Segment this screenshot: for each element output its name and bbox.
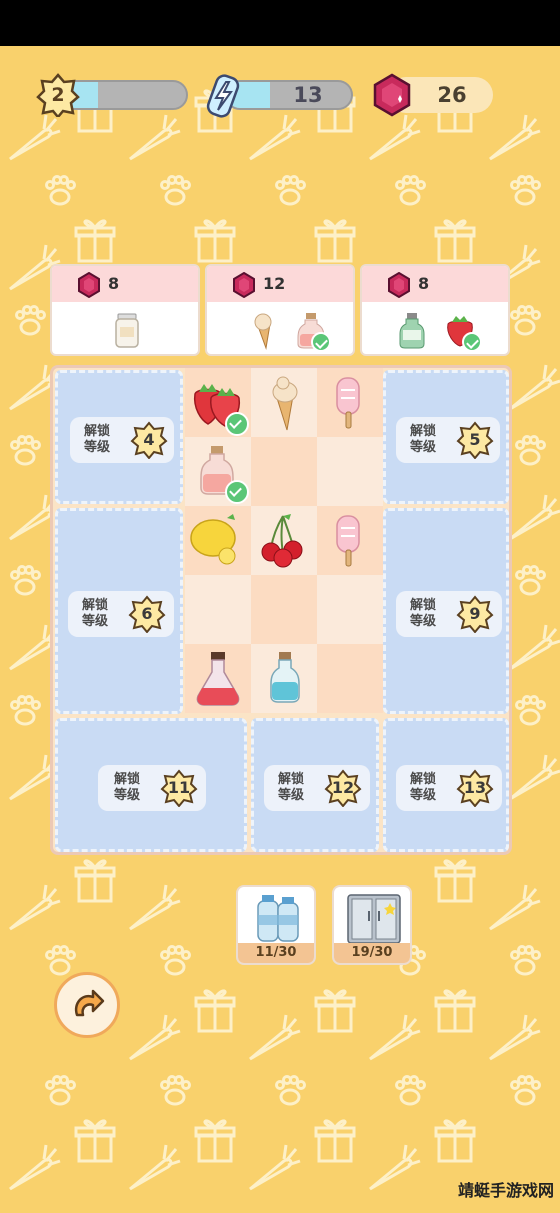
unlock-level-value: 12: [331, 778, 355, 797]
unlock-level-text: 解锁 等级: [409, 772, 436, 803]
locked-area-level-13[interactable]: 解锁 等级 13: [383, 718, 509, 852]
order-item-complete-check-icon: [462, 332, 482, 352]
order-card-3[interactable]: 8: [360, 264, 510, 356]
unlock-level-label: 解锁 等级 5: [396, 417, 500, 463]
merge-board: 解锁等级 4 解锁等级 5 解锁等级 6 解锁等级 9 解锁等级 11: [50, 365, 512, 855]
order-reward-header: 8: [52, 266, 198, 302]
green-bottle-icon: [399, 313, 425, 349]
unlock-level-value: 6: [141, 604, 153, 623]
order-card-2[interactable]: 12: [205, 264, 355, 356]
board-cell[interactable]: [185, 575, 251, 644]
unlock-level-label: 解锁 等级 11: [98, 765, 206, 811]
tool-count: 19/30: [334, 943, 410, 963]
unlock-level-text: 解锁 等级: [409, 598, 436, 629]
unlock-level-text: 解锁 等级: [81, 598, 108, 629]
unlock-level-label: 解锁 等级 4: [70, 417, 174, 463]
unlock-level-label: 解锁 等级 12: [264, 765, 370, 811]
board-cell[interactable]: [317, 575, 383, 644]
water-bottles-icon: [257, 895, 299, 942]
watermark-text: 靖蜓手游戏网: [457, 1181, 554, 1200]
undo-button[interactable]: [54, 972, 120, 1038]
level-value: 2: [51, 84, 65, 106]
ruby-gem-icon: [388, 272, 410, 298]
unlock-level-text: 解锁 等级: [409, 424, 436, 455]
unlock-level-value: 13: [463, 778, 487, 797]
board-cell[interactable]: [317, 437, 383, 506]
board-cell[interactable]: [251, 575, 317, 644]
item-ready-check-icon: [225, 412, 249, 436]
status-bar: [0, 0, 560, 46]
ruby-gem-icon: [233, 272, 255, 298]
unlock-level-label: 解锁 等级 9: [396, 591, 502, 637]
ruby-gem-icon: [373, 73, 411, 117]
refrigerator-icon: [347, 894, 401, 944]
locked-area-level-11[interactable]: 解锁 等级 11: [55, 718, 247, 852]
ruby-gem-icon: [78, 272, 100, 298]
red-potion-flask-icon[interactable]: [193, 650, 243, 708]
unlock-level-value: 9: [469, 604, 481, 623]
energy-value: 13: [293, 83, 323, 107]
board-cell[interactable]: [251, 437, 317, 506]
gem-value: 26: [437, 83, 467, 107]
order-card-1[interactable]: 8: [50, 264, 200, 356]
milk-jar-icon: [115, 313, 139, 348]
board-cell[interactable]: [317, 644, 383, 713]
unlock-level-text: 解锁 等级: [277, 772, 304, 803]
unlock-level-value: 5: [469, 430, 481, 449]
refrigerator-generator[interactable]: 19/30: [332, 885, 412, 965]
order-item-complete-check-icon: [311, 332, 331, 352]
unlock-level-text: 解锁 等级: [83, 424, 110, 455]
unlock-level-text: 解锁 等级: [113, 772, 140, 803]
water-bottles-generator[interactable]: 11/30: [236, 885, 316, 965]
order-reward-value: 12: [263, 274, 286, 293]
order-reward-header: 12: [207, 266, 353, 302]
order-reward-header: 8: [362, 266, 508, 302]
unlock-level-value: 11: [167, 778, 191, 797]
tool-count: 11/30: [238, 943, 314, 963]
ice-cream-cone-icon: [254, 313, 272, 350]
locked-area-level-12[interactable]: 解锁 等级 12: [251, 718, 379, 852]
order-reward-value: 8: [108, 274, 120, 293]
cherries-icon[interactable]: [259, 510, 307, 568]
item-ready-check-icon: [225, 480, 249, 504]
locked-area-level-4[interactable]: 解锁 等级 4: [55, 370, 183, 504]
strawberry-popsicle-icon[interactable]: [329, 512, 369, 570]
energy-bottle-icon: [206, 74, 240, 118]
locked-area-level-5[interactable]: 解锁 等级 5: [383, 370, 509, 504]
locked-area-level-6[interactable]: 解锁 等级 6: [55, 508, 183, 714]
undo-arrow-icon: [74, 989, 105, 1017]
unlock-level-label: 解锁 等级 6: [68, 591, 174, 637]
unlock-level-label: 解锁 等级 13: [396, 765, 502, 811]
lemon-icon[interactable]: [187, 510, 245, 568]
order-reward-value: 8: [418, 274, 430, 293]
unlock-level-value: 4: [143, 430, 155, 449]
blue-potion-bottle-icon[interactable]: [265, 650, 305, 708]
strawberry-popsicle-icon[interactable]: [329, 374, 369, 432]
ice-cream-cone-icon[interactable]: [263, 374, 307, 432]
locked-area-level-9[interactable]: 解锁 等级 9: [383, 508, 509, 714]
